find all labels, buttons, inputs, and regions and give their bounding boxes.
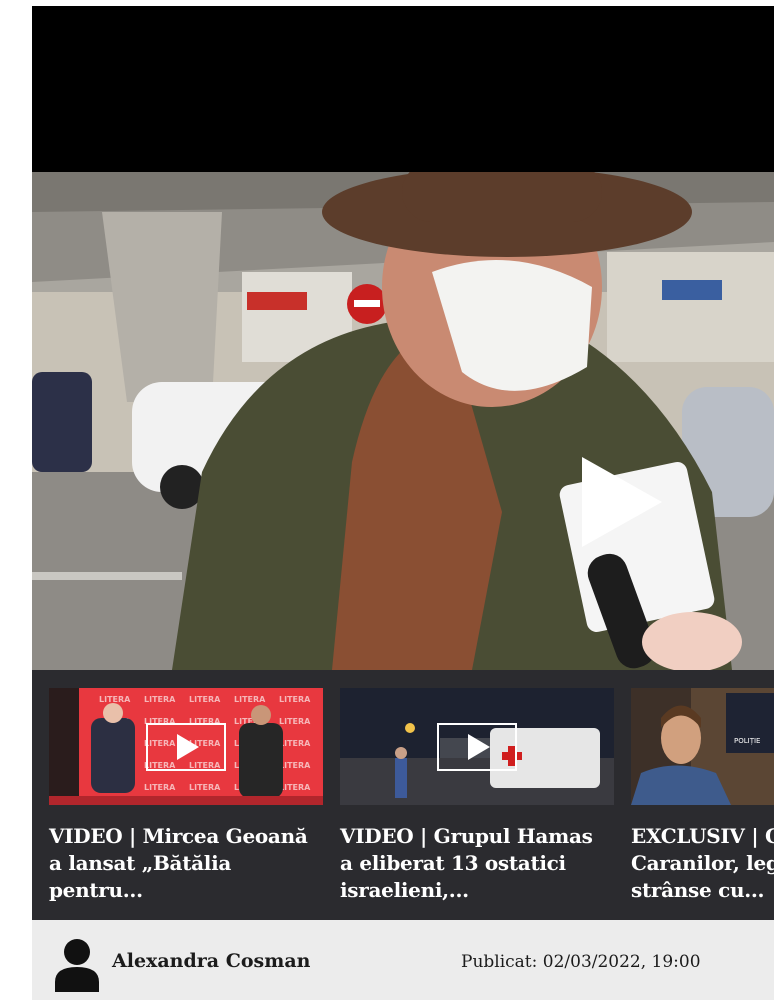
play-icon[interactable] [146, 722, 226, 771]
video-thumbnail[interactable] [340, 688, 614, 805]
user-icon [54, 938, 100, 992]
related-video-card[interactable]: VIDEO | Grupul Hamas a eliberat 13 ostat… [340, 688, 614, 904]
related-video-title[interactable]: VIDEO | Mircea Geoană a lansat „Bătălia … [49, 823, 323, 904]
svg-text:LITERA: LITERA [144, 783, 176, 792]
video-thumbnail[interactable]: LITERA LITERA LITERA LITERA LITERA LITERA LIT… [49, 688, 323, 805]
related-video-title[interactable]: EXCLUSIV | C Caranilor, leg strânse cu..… [631, 823, 774, 904]
video-frame[interactable] [32, 172, 774, 670]
related-video-title[interactable]: VIDEO | Grupul Hamas a eliberat 13 ostat… [340, 823, 614, 904]
svg-text:LITERA: LITERA [144, 695, 176, 704]
svg-text:LITERA: LITERA [279, 761, 311, 770]
svg-text:LITERA: LITERA [279, 717, 311, 726]
article-meta-bar: Alexandra Cosman Publicat: 02/03/2022, 1… [32, 920, 774, 1000]
svg-text:LITERA: LITERA [279, 695, 311, 704]
thumbnail-image: POLIȚIE [631, 688, 774, 805]
thumbnail-badge-text: POLIȚIE [734, 737, 760, 746]
thumbnail-wall-text: LITERA [99, 695, 131, 704]
play-icon[interactable] [437, 722, 517, 771]
video-player[interactable] [32, 6, 774, 670]
svg-text:LITERA: LITERA [279, 783, 311, 792]
published-date: Publicat: 02/03/2022, 19:00 [461, 952, 701, 972]
svg-text:LITERA: LITERA [189, 695, 221, 704]
author-name[interactable]: Alexandra Cosman [112, 950, 310, 972]
play-icon[interactable] [582, 457, 662, 547]
svg-text:LITERA: LITERA [279, 739, 311, 748]
svg-text:LITERA: LITERA [189, 783, 221, 792]
svg-text:LITERA: LITERA [234, 695, 266, 704]
related-video-card[interactable]: POLIȚIE EXCLUSIV | C Caranilor, leg strâ… [631, 688, 774, 904]
video-still [32, 172, 774, 670]
related-videos-carousel[interactable]: LITERA LITERA LITERA LITERA LITERA LITERA LIT… [32, 670, 774, 920]
related-video-card[interactable]: LITERA LITERA LITERA LITERA LITERA LITERA LIT… [49, 688, 323, 904]
video-thumbnail[interactable]: POLIȚIE [631, 688, 774, 805]
